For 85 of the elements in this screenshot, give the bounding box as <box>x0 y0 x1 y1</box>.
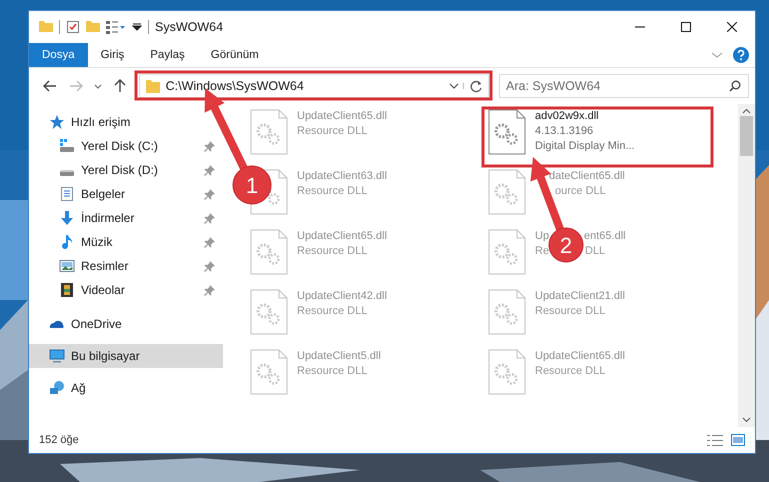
step-marker <box>548 228 584 262</box>
minimize-icon[interactable] <box>635 26 645 28</box>
back-arrow-icon[interactable] <box>42 80 57 92</box>
search-icon[interactable] <box>729 80 742 92</box>
file-detail: 4.13.1.3196 <box>535 125 594 137</box>
file-detail: Resource DLL <box>297 125 368 137</box>
help-icon[interactable] <box>733 47 749 63</box>
nav-item[interactable]: Ağ <box>29 376 223 400</box>
file-detail: Resource DLL <box>297 185 368 197</box>
chevron-down-icon[interactable] <box>449 83 460 89</box>
close-icon[interactable] <box>727 22 737 32</box>
ribbon-tab[interactable]: Paylaş <box>137 43 198 67</box>
cloud-icon <box>49 320 65 328</box>
computer-icon <box>49 348 65 364</box>
file-name: UpdateClient21.dll <box>535 290 625 302</box>
nav-item[interactable]: Videolar <box>29 278 223 302</box>
picture-icon <box>59 258 75 274</box>
file-name: UpdateClient42.dll <box>297 290 387 302</box>
chevron-down-icon[interactable] <box>94 84 102 88</box>
file-name: ent65.dll <box>584 229 626 244</box>
refresh-icon[interactable] <box>470 80 483 92</box>
ribbon-tab[interactable]: Giriş <box>88 43 138 67</box>
pin-icon <box>204 284 215 296</box>
file-detail: Resource DLL <box>535 305 606 317</box>
window-title: SysWOW64 <box>155 20 224 34</box>
address-path: C:\Windows\SysWOW64 <box>166 79 304 93</box>
star-icon <box>49 114 65 130</box>
nav-item[interactable]: İndirmeler <box>29 206 223 230</box>
download-icon <box>59 210 75 226</box>
scroll-down-icon[interactable] <box>742 417 751 422</box>
file-name: Up <box>535 229 550 244</box>
drive-icon <box>59 170 75 176</box>
ribbon-tab[interactable]: Dosya <box>29 43 88 67</box>
file-detail: Resource DLL <box>297 245 368 257</box>
file-name: UpdateClient65.dll <box>535 350 625 362</box>
nav-item[interactable]: Yerel Disk (D:) <box>29 158 223 182</box>
file-name: UpdateClient5.dll <box>297 350 381 362</box>
scrollbar[interactable] <box>738 104 755 427</box>
nav-item[interactable]: Resimler <box>29 254 223 278</box>
film-icon <box>59 282 75 298</box>
file-detail: Resource DLL <box>535 365 606 377</box>
music-note-icon <box>59 234 75 250</box>
pin-icon <box>204 140 215 152</box>
dropdown-icon[interactable] <box>132 23 142 31</box>
file-detail: Digital Display Min... <box>535 140 635 152</box>
pin-icon <box>204 188 215 200</box>
details-view-icon[interactable] <box>707 434 723 446</box>
file-detail: Resource DLL <box>297 305 368 317</box>
nav-item[interactable]: Belgeler <box>29 182 223 206</box>
nav-item[interactable]: Müzik <box>29 230 223 254</box>
step-number: 1 <box>246 173 258 198</box>
document-icon <box>59 186 75 202</box>
scroll-up-icon[interactable] <box>742 109 751 114</box>
up-arrow-icon[interactable] <box>114 79 126 93</box>
file-name: adv02w9x.dll <box>535 110 599 122</box>
search-field[interactable]: Ara: SysWOW64 <box>499 74 750 98</box>
file-name: UpdateClient63.dll <box>297 170 387 182</box>
pin-icon <box>204 212 215 224</box>
nav-item[interactable]: Bu bilgisayar <box>29 344 223 368</box>
scroll-thumb[interactable] <box>740 116 753 156</box>
nav-item[interactable]: Hızlı erişim <box>29 110 223 134</box>
file-detail: Re <box>535 244 550 259</box>
nav-item[interactable]: OneDrive <box>29 312 223 336</box>
network-icon <box>49 380 65 396</box>
folder-icon <box>146 80 160 92</box>
pin-icon <box>204 164 215 176</box>
ribbon-tab[interactable]: Görünüm <box>198 43 272 67</box>
file-detail: DLL <box>585 244 606 259</box>
pin-icon <box>204 260 215 272</box>
address-field[interactable]: C:\Windows\SysWOW64 <box>138 74 490 98</box>
file-name: dateClient65.dll <box>549 169 625 184</box>
maximize-icon[interactable] <box>681 22 691 32</box>
file-detail: ource DLL <box>555 184 606 199</box>
item-count: 152 öğe <box>39 434 80 446</box>
step-number: 2 <box>560 233 572 258</box>
drive-icon <box>59 139 75 153</box>
nav-item[interactable]: Yerel Disk (C:) <box>29 134 223 158</box>
large-icons-view-icon[interactable] <box>731 434 745 446</box>
view-options-icon[interactable] <box>106 20 126 34</box>
file-detail: Resource DLL <box>297 365 368 377</box>
step-marker <box>232 166 272 204</box>
properties-icon[interactable] <box>66 20 80 34</box>
file-name: UpdateClient65.dll <box>297 230 387 242</box>
pin-icon <box>204 236 215 248</box>
file-name: UpdateClient65.dll <box>297 110 387 122</box>
